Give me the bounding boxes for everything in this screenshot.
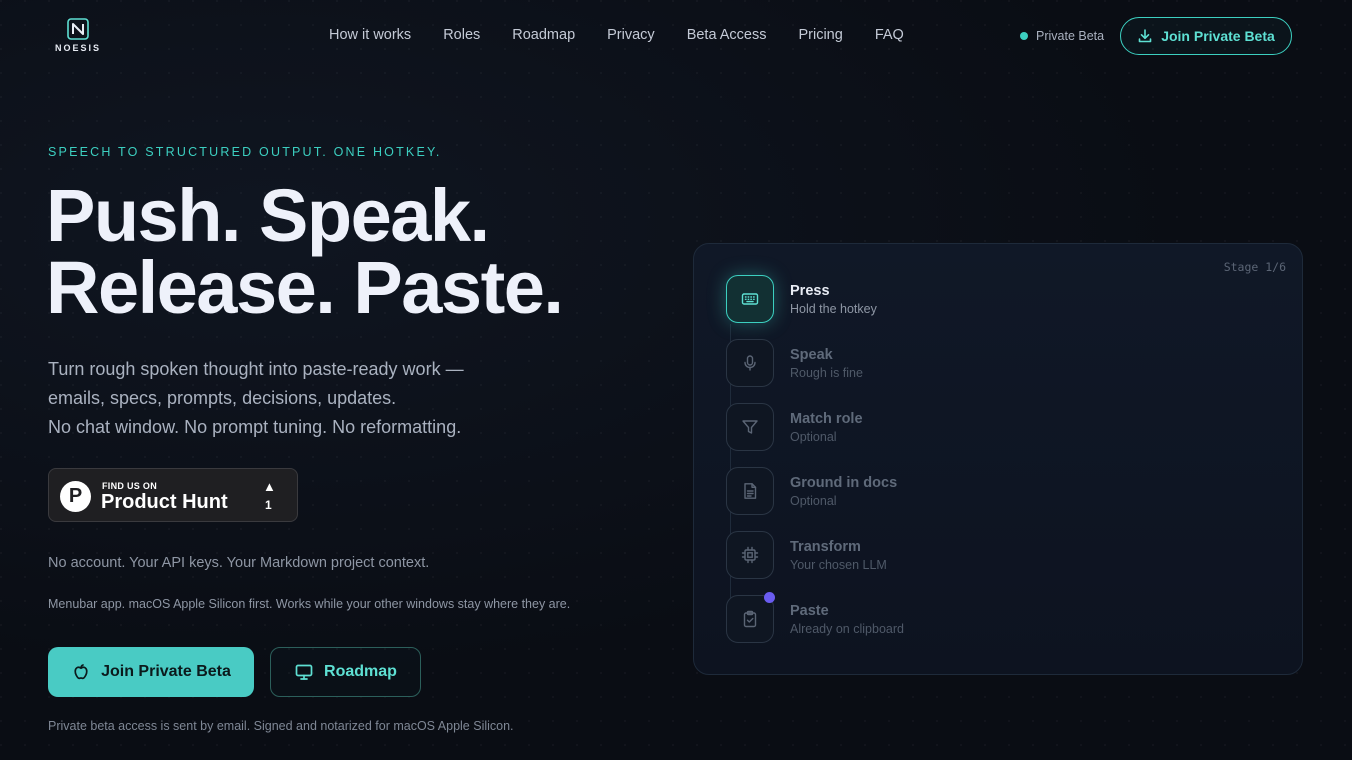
nav-link-roles[interactable]: Roles [443,27,480,43]
beta-status-label: Private Beta [1036,29,1105,43]
step-subtitle: Already on clipboard [790,622,904,636]
upvote-count: 1 [265,498,272,512]
join-private-beta-button[interactable]: Join Private Beta [48,647,254,697]
noesis-logo-icon [67,18,89,40]
step-title: Match role [790,411,863,427]
nav-link-pricing[interactable]: Pricing [798,27,842,43]
step-subtitle: Your chosen LLM [790,558,887,572]
headline-line-2: Release. Paste. [46,246,564,329]
step-title: Transform [790,539,861,555]
apple-icon [74,664,88,680]
hero-headline: Push. Speak. Release. Paste. [46,174,564,329]
filter-icon [726,403,774,451]
status-dot-icon [1020,32,1028,40]
nav-link-beta-access[interactable]: Beta Access [687,27,767,43]
primary-cta-label: Join Private Beta [101,663,231,680]
pipeline-step-ground-in-docs[interactable]: Ground in docs Optional [726,467,1226,515]
brand-name: NOESIS [54,43,101,53]
product-hunt-logo-icon: P [60,481,91,512]
step-title: Ground in docs [790,475,898,491]
top-nav: NOESIS How it works Roles Roadmap Privac… [0,0,1352,72]
pipeline-step-match-role[interactable]: Match role Optional [726,403,1226,451]
platform-note: Menubar app. macOS Apple Silicon first. … [48,597,571,611]
progress-dot-icon [764,592,775,603]
step-subtitle: Optional [790,430,837,444]
pipeline-step-paste[interactable]: Paste Already on clipboard [726,592,1226,643]
beta-footnote: Private beta access is sent by email. Si… [48,719,514,733]
microphone-icon [726,339,774,387]
step-title: Paste [790,603,829,619]
account-note: No account. Your API keys. Your Markdown… [48,555,430,571]
product-hunt-small-text: FIND US ON [102,481,158,491]
beta-status: Private Beta [1020,29,1104,43]
secondary-cta-label: Roadmap [324,663,397,680]
chip-icon [726,531,774,579]
nav-link-faq[interactable]: FAQ [875,27,904,43]
headline-line-1: Push. Speak. [46,174,490,257]
nav-link-privacy[interactable]: Privacy [607,27,655,43]
nav-cta-label: Join Private Beta [1161,28,1275,44]
step-title: Speak [790,347,833,363]
stage-indicator: Stage 1/6 [1223,260,1286,274]
keyboard-icon [726,275,774,323]
hero-eyebrow: SPEECH TO STRUCTURED OUTPUT. ONE HOTKEY. [48,145,442,159]
pipeline-step-press[interactable]: Press Hold the hotkey [726,275,1226,323]
hero-subtitle: Turn rough spoken thought into paste-rea… [48,355,568,442]
product-hunt-badge[interactable]: P FIND US ON Product Hunt ▲ 1 [48,468,298,522]
subtitle-line-2: emails, specs, prompts, decisions, updat… [48,388,397,408]
pipeline-step-speak[interactable]: Speak Rough is fine [726,339,1226,387]
pipeline-step-transform[interactable]: Transform Your chosen LLM [726,531,1226,579]
brand-logo[interactable]: NOESIS [52,18,104,54]
step-subtitle: Rough is fine [790,366,863,380]
product-hunt-title: Product Hunt [101,491,228,513]
upvote-arrow-icon: ▲ [263,479,276,494]
subtitle-line-1: Turn rough spoken thought into paste-rea… [48,359,464,379]
roadmap-button[interactable]: Roadmap [270,647,421,697]
subtitle-line-3: No chat window. No prompt tuning. No ref… [48,417,462,437]
step-title: Press [790,283,830,299]
nav-link-roadmap[interactable]: Roadmap [512,27,575,43]
download-icon [1138,29,1152,43]
nav-join-beta-button[interactable]: Join Private Beta [1120,17,1292,55]
step-subtitle: Hold the hotkey [790,302,877,316]
nav-links: How it works Roles Roadmap Privacy Beta … [329,27,936,43]
step-subtitle: Optional [790,494,837,508]
nav-link-how-it-works[interactable]: How it works [329,27,411,43]
document-icon [726,467,774,515]
monitor-icon [295,664,313,680]
pipeline-panel: Stage 1/6 Press Hold the hotkey Speak Ro… [693,243,1303,675]
